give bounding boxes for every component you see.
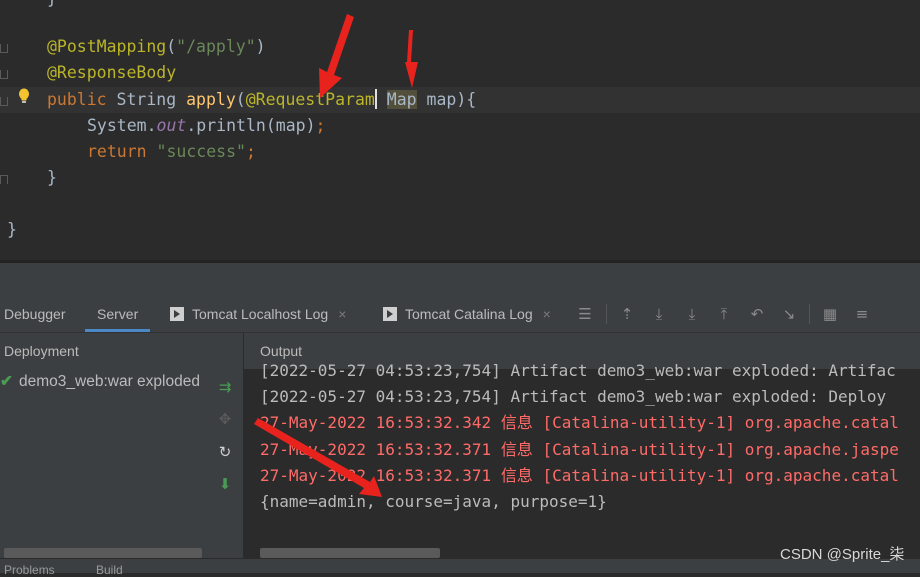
tab-server[interactable]: Server [85, 296, 151, 332]
console-icon [383, 307, 397, 321]
close-icon[interactable]: × [543, 306, 551, 322]
download-icon[interactable]: ⤓ [649, 304, 669, 324]
tab-tomcat-localhost-log[interactable]: Tomcat Localhost Log × [170, 296, 346, 332]
build-tab[interactable]: Build [96, 563, 123, 577]
refresh-icon[interactable]: ↻ [215, 442, 235, 462]
close-icon[interactable]: × [338, 306, 346, 322]
code-line-method-close[interactable]: } [0, 165, 920, 191]
scroll-up-icon[interactable]: ⇡ [617, 304, 637, 324]
tool-window-strip [0, 263, 920, 296]
code-line-apply-signature[interactable]: public String apply(@RequestParam Map ma… [0, 87, 920, 113]
run-to-cursor-icon[interactable]: ↘ [779, 304, 799, 324]
undeploy-icon[interactable]: ✥ [215, 409, 235, 429]
log-line: [2022-05-27 04:53:23,754] Artifact demo3… [260, 361, 896, 380]
layout-icon[interactable]: ≡ [852, 304, 872, 324]
upload-icon[interactable]: ⤒ [714, 304, 734, 324]
toolbar-separator [606, 304, 607, 324]
deployment-panel: Deployment ✔ demo3_web:war exploded ⇉ ✥ ↻… [0, 333, 243, 558]
deploy-all-icon[interactable]: ⇉ [215, 377, 235, 397]
deployment-header: Deployment [4, 343, 79, 359]
toolbar-separator [809, 304, 810, 324]
deployment-scrollbar[interactable] [4, 548, 202, 558]
lightbulb-icon[interactable] [18, 88, 30, 104]
log-line: 27-May-2022 16:53:32.342 信息 [Catalina-ut… [260, 413, 899, 432]
fold-marker-icon[interactable] [0, 97, 8, 106]
console-icon [170, 307, 184, 321]
code-line-class-close[interactable]: } [0, 217, 920, 243]
tool-window-tabbar: Debugger Server Tomcat Localhost Log × To… [0, 296, 920, 333]
step-down-icon[interactable]: ⤓ [682, 304, 702, 324]
code-line-return[interactable]: return "success"; [0, 139, 920, 165]
output-scrollbar[interactable] [260, 548, 440, 558]
watermark: CSDN @Sprite_柒 [780, 546, 905, 563]
grid-icon[interactable]: ▦ [820, 304, 840, 324]
problems-tab[interactable]: Problems [4, 563, 55, 577]
code-editor[interactable]: } @PostMapping("/apply") @ResponseBody p… [0, 0, 920, 260]
code-line-println[interactable]: System.out.println(map); [0, 113, 920, 139]
code-line-prev[interactable]: } [0, 0, 920, 12]
deployment-item[interactable]: ✔ demo3_web:war exploded [0, 369, 200, 395]
output-panel[interactable]: Output [2022-05-27 04:53:23,754] Artifac… [244, 333, 920, 558]
log-line: 27-May-2022 16:53:32.371 信息 [Catalina-ut… [260, 440, 899, 459]
tab-debugger[interactable]: Debugger [4, 296, 66, 332]
log-line: 27-May-2022 16:53:32.371 信息 [Catalina-ut… [260, 466, 899, 485]
restore-icon[interactable]: ↶ [747, 304, 767, 324]
check-icon: ✔ [0, 373, 13, 390]
log-line-result: {name=admin, course=java, purpose=1} [260, 492, 607, 511]
code-line-postmapping[interactable]: @PostMapping("/apply") [0, 34, 920, 60]
code-line-responsebody[interactable]: @ResponseBody [0, 60, 920, 86]
menu-icon[interactable]: ☰ [575, 304, 595, 324]
log-line: [2022-05-27 04:53:23,754] Artifact demo3… [260, 387, 887, 406]
tab-tomcat-catalina-log[interactable]: Tomcat Catalina Log × [383, 296, 551, 332]
deploy-artifact-icon[interactable]: ⬇ [215, 474, 235, 494]
